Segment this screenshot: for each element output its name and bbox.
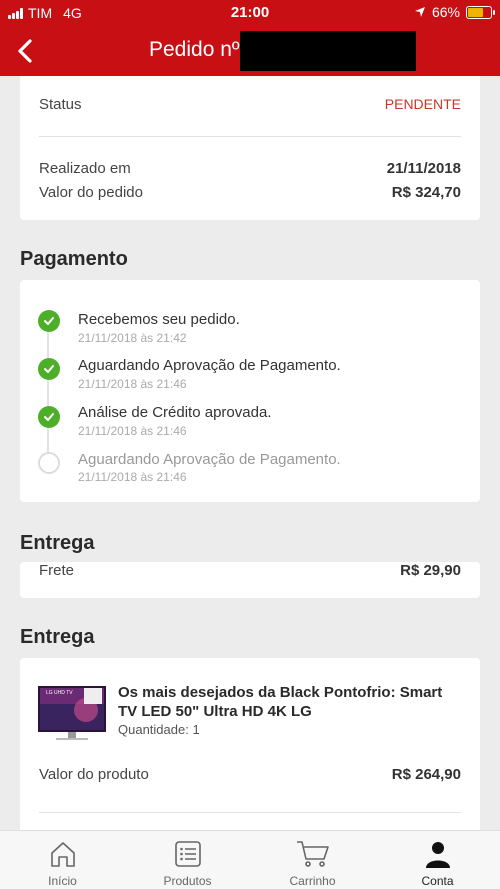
redaction-box [240,31,416,71]
step-title: Análise de Crédito aprovada. [78,404,272,421]
timeline-line [47,324,49,456]
divider [39,136,461,137]
product-image[interactable]: LG UHD TV [38,684,106,746]
divider [39,812,461,813]
shipping-heading: Entrega [20,532,95,554]
freight-row: Frete R$ 29,90 [39,562,461,579]
product-price-row: Valor do produto R$ 264,90 [39,766,461,783]
delivery-heading: Entrega [20,626,95,648]
tab-inicio[interactable]: Início [0,831,125,889]
tab-label: Início [48,874,77,888]
tab-bar: Início Produtos Carrinho Conta [0,830,500,889]
order-summary-card: Status PENDENTE Realizado em 21/11/2018 … [20,76,480,220]
status-bar: TIM 4G 21:00 66% [0,0,500,26]
product-quantity: Quantidade: 1 [118,722,200,737]
check-icon [38,406,60,428]
step-title: Aguardando Aprovação de Pagamento. [78,451,341,468]
tab-label: Conta [421,874,454,888]
tab-label: Carrinho [289,874,336,888]
cart-icon [296,841,329,867]
step-date: 21/11/2018 às 21:46 [78,470,187,484]
tab-conta[interactable]: Conta [375,831,500,889]
step-date: 21/11/2018 às 21:46 [78,424,187,438]
list-icon [174,841,201,867]
status-row: Status PENDENTE [39,96,461,113]
total-label: Valor do pedido [39,184,143,201]
step-title: Aguardando Aprovação de Pagamento. [78,357,341,374]
date-label: Realizado em [39,160,131,177]
pending-circle-icon [38,452,60,474]
user-icon [425,842,450,868]
step-title: Recebemos seu pedido. [78,311,240,328]
total-value: R$ 324,70 [391,184,461,201]
battery-icon [466,5,495,19]
status-badge: PENDENTE [384,96,461,112]
tab-carrinho[interactable]: Carrinho [250,831,375,889]
date-value: 21/11/2018 [386,160,461,177]
product-price-value: R$ 264,90 [391,766,461,783]
back-button[interactable] [10,34,44,68]
tab-produtos[interactable]: Produtos [125,831,250,889]
location-arrow-icon [414,7,425,17]
step-date: 21/11/2018 às 21:42 [78,331,187,345]
payment-timeline-card: Recebemos seu pedido. 21/11/2018 às 21:4… [20,280,480,502]
status-right: 66% [414,4,495,20]
battery-percent: 66% [431,4,460,20]
shipping-card: Frete R$ 29,90 [20,562,480,598]
chevron-left-icon [18,39,32,63]
delivery-card: LG UHD TV Os mais desejados da Black Pon… [20,658,480,830]
nav-bar: Pedido nº 1 [0,26,500,76]
home-icon [50,842,75,867]
payment-heading: Pagamento [20,248,128,270]
freight-label: Frete [39,562,75,579]
tab-label: Produtos [163,874,212,888]
freight-value: R$ 29,90 [400,562,461,579]
total-row: Valor do pedido R$ 324,70 [39,184,461,201]
product-price-label: Valor do produto [39,766,149,783]
product-name[interactable]: Os mais desejados da Black Pontofrio: Sm… [118,683,458,721]
step-date: 21/11/2018 às 21:46 [78,377,187,391]
check-icon [38,310,60,332]
order-content[interactable]: Status PENDENTE Realizado em 21/11/2018 … [0,76,500,830]
tv-screen-text: LG UHD TV [46,690,73,696]
date-row: Realizado em 21/11/2018 [39,160,461,177]
status-label: Status [39,96,82,113]
check-icon [38,358,60,380]
